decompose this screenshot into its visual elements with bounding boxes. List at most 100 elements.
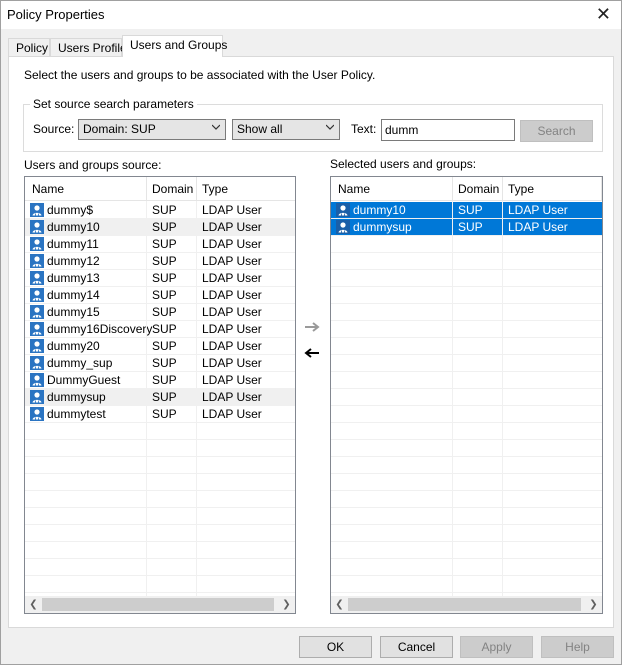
item-domain: SUP xyxy=(152,407,177,421)
grid-column-line xyxy=(146,201,147,596)
tab-users-profile-label: Users Profile xyxy=(58,41,127,55)
filter-dropdown[interactable]: Show all xyxy=(232,119,340,140)
item-name: dummy16Discovery xyxy=(47,322,153,336)
selected-list[interactable]: Name Domain Type dummy10 SUP LDAP User dumm… xyxy=(330,176,603,614)
list-item[interactable]: dummytest SUP LDAP User xyxy=(25,406,295,423)
item-domain: SUP xyxy=(152,373,177,387)
scrollbar-thumb[interactable] xyxy=(42,598,274,611)
list-item[interactable]: dummy11 SUP LDAP User xyxy=(25,236,295,253)
search-group-title: Set source search parameters xyxy=(30,97,197,111)
grid-row-line xyxy=(331,541,602,542)
scroll-right-icon[interactable]: ❯ xyxy=(586,597,601,612)
list-item[interactable]: dummy13 SUP LDAP User xyxy=(25,270,295,287)
user-icon xyxy=(30,288,44,302)
source-col-name[interactable]: Name xyxy=(32,182,64,196)
list-item[interactable]: dummy12 SUP LDAP User xyxy=(25,253,295,270)
list-item[interactable]: dummy14 SUP LDAP User xyxy=(25,287,295,304)
grid-row-line xyxy=(331,252,602,253)
user-icon xyxy=(30,305,44,319)
source-col-type[interactable]: Type xyxy=(202,182,228,196)
list-item[interactable]: dummysup SUP LDAP User xyxy=(25,389,295,406)
column-divider xyxy=(452,177,453,201)
list-item[interactable]: dummy_sup SUP LDAP User xyxy=(25,355,295,372)
list-item[interactable]: dummy10 SUP LDAP User xyxy=(331,202,602,219)
item-domain: SUP xyxy=(152,288,177,302)
column-divider xyxy=(295,177,296,201)
tab-users-profile[interactable]: Users Profile xyxy=(50,38,127,57)
item-name: dummysup xyxy=(353,220,412,234)
grid-row-line xyxy=(25,235,295,236)
source-col-domain[interactable]: Domain xyxy=(152,182,193,196)
search-button[interactable]: Search xyxy=(520,120,593,142)
grid-row-line xyxy=(331,303,602,304)
list-item[interactable]: dummy10 SUP LDAP User xyxy=(25,219,295,236)
grid-row-line xyxy=(331,388,602,389)
apply-button[interactable]: Apply xyxy=(460,636,533,658)
scroll-right-icon[interactable]: ❯ xyxy=(279,597,294,612)
user-icon xyxy=(30,237,44,251)
list-item[interactable]: dummysup SUP LDAP User xyxy=(331,219,602,236)
item-name: dummy10 xyxy=(47,220,100,234)
grid-row-line xyxy=(25,286,295,287)
item-type: LDAP User xyxy=(202,254,262,268)
selected-col-type[interactable]: Type xyxy=(508,182,534,196)
list-item[interactable]: dummy$ SUP LDAP User xyxy=(25,202,295,219)
item-type: LDAP User xyxy=(202,237,262,251)
user-icon xyxy=(30,203,44,217)
selected-list-title: Selected users and groups: xyxy=(330,157,477,171)
remove-arrow-icon[interactable] xyxy=(303,347,321,359)
help-button[interactable]: Help xyxy=(541,636,614,658)
apply-button-label: Apply xyxy=(481,640,512,654)
item-type: LDAP User xyxy=(202,271,262,285)
item-domain: SUP xyxy=(152,339,177,353)
item-name: dummy15 xyxy=(47,305,100,319)
scrollbar-thumb[interactable] xyxy=(348,598,581,611)
item-name: dummy11 xyxy=(47,237,99,251)
grid-row-line xyxy=(25,507,295,508)
tab-policy[interactable]: Policy xyxy=(8,38,50,57)
grid-row-line xyxy=(25,252,295,253)
grid-row-line xyxy=(331,320,602,321)
user-icon xyxy=(30,322,44,336)
users-and-groups-panel: Select the users and groups to be associ… xyxy=(8,56,614,628)
scroll-left-icon[interactable]: ❮ xyxy=(332,597,347,612)
grid-row-line xyxy=(331,218,602,219)
source-horizontal-scrollbar[interactable]: ❮ ❯ xyxy=(25,596,295,613)
item-domain: SUP xyxy=(152,237,177,251)
ok-button-label: OK xyxy=(326,640,345,654)
grid-row-line xyxy=(25,388,295,389)
list-item[interactable]: dummy16Discovery SUP LDAP User xyxy=(25,321,295,338)
grid-row-line xyxy=(25,422,295,423)
grid-row-line xyxy=(25,541,295,542)
cancel-button[interactable]: Cancel xyxy=(380,636,453,658)
user-icon xyxy=(30,390,44,404)
grid-row-line xyxy=(25,405,295,406)
item-name: DummyGuest xyxy=(47,373,121,387)
grid-column-line xyxy=(196,201,197,596)
search-text-input[interactable]: dumm xyxy=(381,119,515,141)
chevron-down-icon xyxy=(212,124,220,130)
user-icon xyxy=(30,271,44,285)
tab-users-and-groups[interactable]: Users and Groups xyxy=(122,35,227,57)
grid-row-line xyxy=(331,354,602,355)
title-bar: Policy Properties ✕ xyxy=(1,1,621,29)
item-domain: SUP xyxy=(458,220,483,234)
selected-horizontal-scrollbar[interactable]: ❮ ❯ xyxy=(331,596,602,613)
selected-col-name[interactable]: Name xyxy=(338,182,370,196)
grid-row-line xyxy=(25,337,295,338)
source-dropdown[interactable]: Domain: SUP xyxy=(78,119,226,140)
list-item[interactable]: DummyGuest SUP LDAP User xyxy=(25,372,295,389)
grid-row-line xyxy=(331,473,602,474)
item-type: LDAP User xyxy=(202,390,262,404)
add-arrow-icon[interactable] xyxy=(303,321,321,333)
list-item[interactable]: dummy15 SUP LDAP User xyxy=(25,304,295,321)
grid-row-line xyxy=(25,303,295,304)
close-icon[interactable]: ✕ xyxy=(596,4,611,24)
item-name: dummy20 xyxy=(47,339,100,353)
source-list[interactable]: Name Domain Type dummy$ SUP LDAP User dummy… xyxy=(24,176,296,614)
ok-button[interactable]: OK xyxy=(299,636,372,658)
column-divider xyxy=(502,177,503,201)
selected-col-domain[interactable]: Domain xyxy=(458,182,499,196)
scroll-left-icon[interactable]: ❮ xyxy=(26,597,41,612)
list-item[interactable]: dummy20 SUP LDAP User xyxy=(25,338,295,355)
